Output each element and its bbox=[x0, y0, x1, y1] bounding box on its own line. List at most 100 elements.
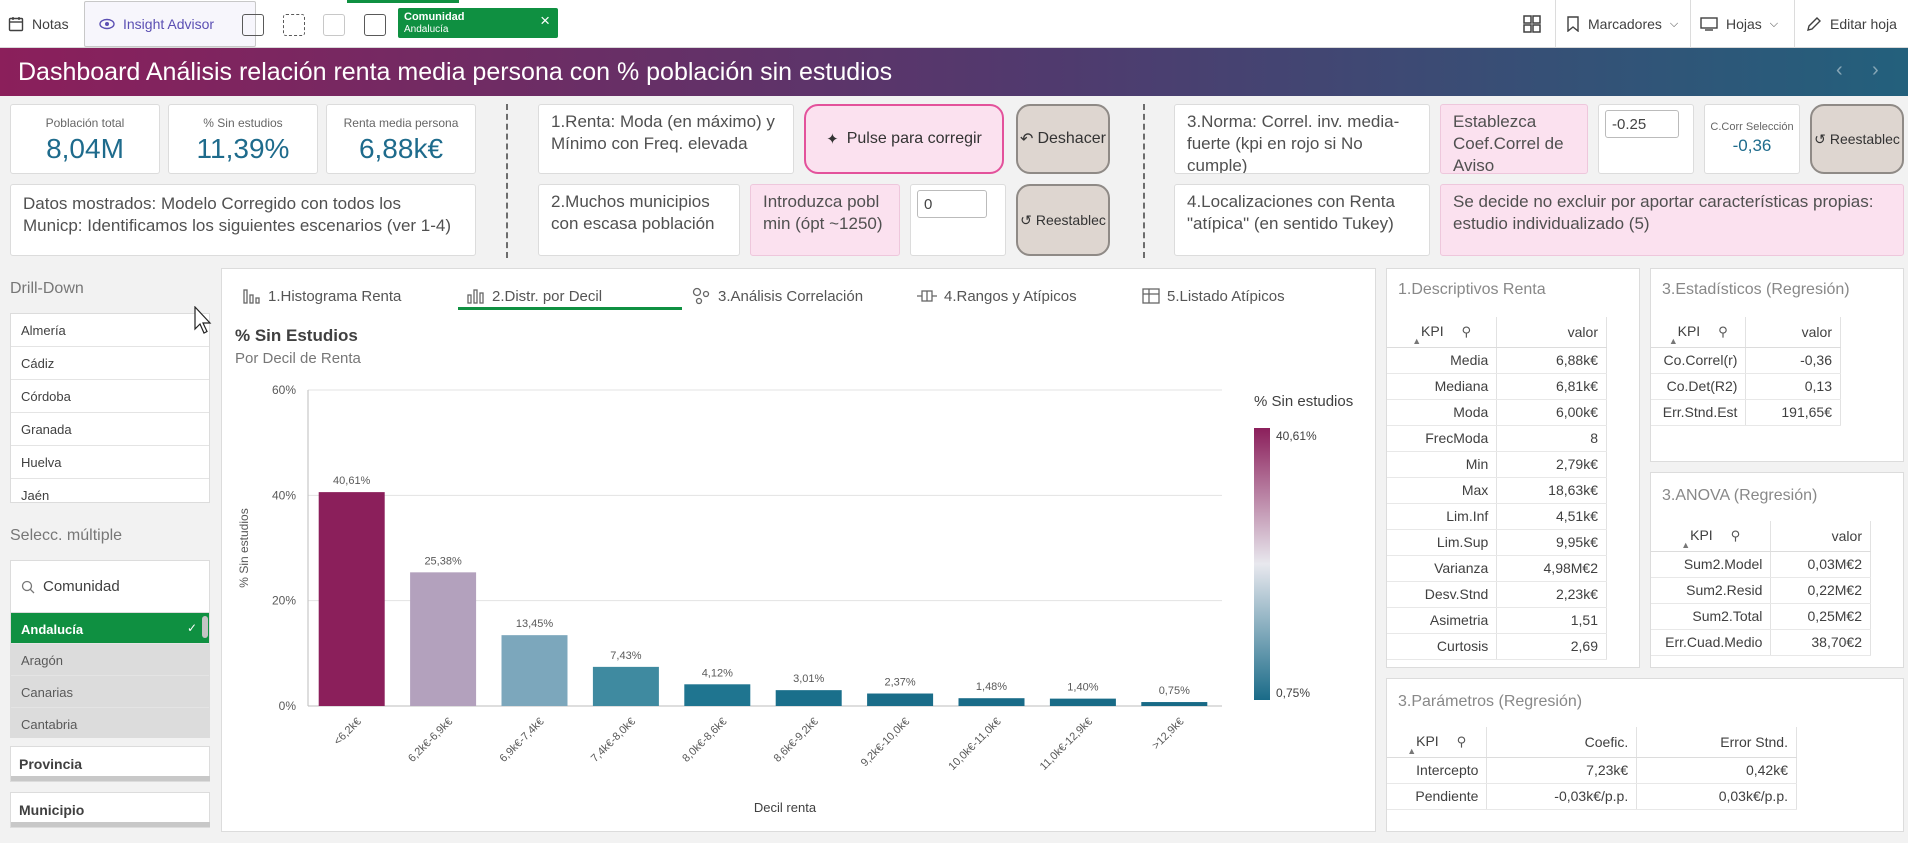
kpi-sin-estudios[interactable]: % Sin estudios 11,39% bbox=[168, 104, 318, 174]
bar[interactable] bbox=[867, 693, 934, 706]
table-cell[interactable]: 0,03M€2 bbox=[1770, 551, 1871, 578]
bar-chart[interactable]: 0% 20% 40% 60% % Sin estudios Decil renta 40,6… bbox=[222, 370, 1372, 820]
bar[interactable] bbox=[1141, 702, 1208, 706]
tab-distr-decil[interactable]: 2.Distr. por Decil bbox=[466, 282, 602, 310]
table-cell[interactable]: 0,25M€2 bbox=[1770, 603, 1871, 630]
municipio-filter[interactable]: Municipio bbox=[10, 792, 210, 828]
bar[interactable] bbox=[1049, 698, 1116, 706]
previous-sheet-icon[interactable]: ‹ bbox=[1836, 59, 1843, 82]
correct-button[interactable]: ✦ Pulse para corregir bbox=[804, 104, 1004, 174]
bar[interactable] bbox=[684, 684, 751, 706]
search-icon[interactable]: ⚲ bbox=[1462, 324, 1472, 339]
table-cell[interactable]: 0,13 bbox=[1745, 373, 1841, 400]
smart-search-icon[interactable] bbox=[242, 14, 264, 36]
table-cell[interactable]: Varianza bbox=[1387, 555, 1498, 582]
column-header[interactable]: Error Stnd. bbox=[1636, 727, 1797, 758]
table-cell[interactable]: Err.Stnd.Est bbox=[1651, 399, 1747, 426]
table-cell[interactable]: Mediana bbox=[1387, 373, 1498, 400]
tab-histograma[interactable]: 1.Histograma Renta bbox=[242, 282, 401, 310]
kpi-column-header[interactable]: ▲ KPI ⚲ bbox=[1387, 317, 1498, 348]
table-cell[interactable]: Err.Cuad.Medio bbox=[1651, 629, 1772, 656]
table-cell[interactable]: 18,63k€ bbox=[1496, 477, 1607, 504]
column-header[interactable]: valor bbox=[1496, 317, 1607, 348]
list-item[interactable]: Granada bbox=[11, 413, 209, 446]
list-item[interactable]: Almería bbox=[11, 314, 209, 347]
bar[interactable] bbox=[958, 698, 1025, 706]
table-cell[interactable]: Pendiente bbox=[1387, 783, 1488, 810]
tab-correlacion[interactable]: 3.Análisis Correlación bbox=[692, 282, 863, 310]
table-cell[interactable]: 38,70€2 bbox=[1770, 629, 1871, 656]
sheets-button[interactable]: Hojas ⌵ bbox=[1700, 0, 1778, 48]
table-cell[interactable]: 0,42k€ bbox=[1636, 757, 1797, 784]
next-sheet-icon[interactable]: › bbox=[1872, 59, 1879, 82]
column-header[interactable]: valor bbox=[1770, 521, 1871, 552]
notes-button[interactable]: Notas bbox=[8, 0, 69, 48]
edit-sheet-button[interactable]: Editar hoja bbox=[1806, 0, 1897, 48]
bar[interactable] bbox=[501, 635, 568, 706]
kpi-column-header[interactable]: ▲ KPI ⚲ bbox=[1387, 727, 1488, 758]
correlation-input[interactable]: -0.25 bbox=[1605, 110, 1679, 138]
table-cell[interactable]: -0,36 bbox=[1745, 347, 1841, 374]
table-cell[interactable]: 191,65€ bbox=[1745, 399, 1841, 426]
bar[interactable] bbox=[318, 492, 385, 706]
bar[interactable] bbox=[410, 572, 477, 706]
list-item[interactable]: Huelva bbox=[11, 446, 209, 479]
list-item-selected[interactable]: Andalucía ✓ bbox=[11, 613, 209, 644]
table-cell[interactable]: 6,81k€ bbox=[1496, 373, 1607, 400]
bookmarks-button[interactable]: Marcadores ⌵ bbox=[1566, 0, 1678, 48]
selection-chip[interactable]: Comunidad Andalucía × bbox=[398, 8, 558, 38]
tab-rangos[interactable]: 4.Rangos y Atípicos bbox=[916, 282, 1077, 310]
table-cell[interactable]: Asimetria bbox=[1387, 607, 1498, 634]
tab-listado[interactable]: 5.Listado Atípicos bbox=[1141, 282, 1285, 310]
table-cell[interactable]: Co.Correl(r) bbox=[1651, 347, 1747, 374]
table-cell[interactable]: FrecModa bbox=[1387, 425, 1498, 452]
table-cell[interactable]: 6,88k€ bbox=[1496, 347, 1607, 374]
grid-view-icon[interactable] bbox=[1522, 14, 1542, 39]
table-cell[interactable]: 0,22M€2 bbox=[1770, 577, 1871, 604]
table-cell[interactable]: 0,03k€/p.p. bbox=[1636, 783, 1797, 810]
table-cell[interactable]: 4,51k€ bbox=[1496, 503, 1607, 530]
kpi-corr-seleccion[interactable]: C.Corr Selección -0,36 bbox=[1704, 104, 1800, 174]
table-cell[interactable]: Media bbox=[1387, 347, 1498, 374]
list-item-excluded[interactable]: Aragón bbox=[11, 644, 209, 676]
kpi-poblacion-total[interactable]: Población total 8,04M bbox=[10, 104, 160, 174]
search-icon[interactable]: ⚲ bbox=[1457, 734, 1467, 749]
table-cell[interactable]: 9,95k€ bbox=[1496, 529, 1607, 556]
provincia-filter[interactable]: Provincia bbox=[10, 746, 210, 782]
bar[interactable] bbox=[775, 690, 842, 706]
reset-button-3[interactable]: ↺ Reestablec bbox=[1810, 104, 1904, 174]
clear-selections-icon[interactable] bbox=[364, 14, 386, 36]
list-item-excluded[interactable]: Canarias bbox=[11, 676, 209, 708]
reset-button-2[interactable]: ↺ Reestablec bbox=[1016, 184, 1110, 256]
table-cell[interactable]: 4,98M€2 bbox=[1496, 555, 1607, 582]
table-cell[interactable]: 2,23k€ bbox=[1496, 581, 1607, 608]
column-header[interactable]: Coefic. bbox=[1486, 727, 1638, 758]
kpi-column-header[interactable]: ▲ KPI ⚲ bbox=[1651, 521, 1772, 552]
table-cell[interactable]: Co.Det(R2) bbox=[1651, 373, 1747, 400]
table-cell[interactable]: Sum2.Resid bbox=[1651, 577, 1772, 604]
table-cell[interactable]: Sum2.Total bbox=[1651, 603, 1772, 630]
list-item[interactable]: Jaén bbox=[11, 479, 209, 502]
lasso-select-icon[interactable] bbox=[283, 14, 305, 36]
table-cell[interactable]: Desv.Stnd bbox=[1387, 581, 1498, 608]
table-cell[interactable]: Min bbox=[1387, 451, 1498, 478]
close-icon[interactable]: × bbox=[540, 12, 550, 30]
table-cell[interactable]: 6,00k€ bbox=[1496, 399, 1607, 426]
bar[interactable] bbox=[592, 666, 659, 706]
search-icon[interactable]: ⚲ bbox=[1731, 528, 1741, 543]
list-item-excluded[interactable]: Cantabria bbox=[11, 708, 209, 737]
kpi-renta-media[interactable]: Renta media persona 6,88k€ bbox=[326, 104, 476, 174]
table-cell[interactable]: Moda bbox=[1387, 399, 1498, 426]
table-cell[interactable]: 8 bbox=[1496, 425, 1607, 452]
table-cell[interactable]: 7,23k€ bbox=[1486, 757, 1638, 784]
kpi-column-header[interactable]: ▲ KPI ⚲ bbox=[1651, 317, 1747, 348]
min-population-input[interactable]: 0 bbox=[917, 190, 987, 218]
step-forward-icon[interactable] bbox=[323, 14, 345, 36]
table-cell[interactable]: 1,51 bbox=[1496, 607, 1607, 634]
table-cell[interactable]: 2,79k€ bbox=[1496, 451, 1607, 478]
table-cell[interactable]: 2,69 bbox=[1496, 633, 1607, 660]
table-cell[interactable]: Lim.Inf bbox=[1387, 503, 1498, 530]
table-cell[interactable]: Intercepto bbox=[1387, 757, 1488, 784]
table-cell[interactable]: Max bbox=[1387, 477, 1498, 504]
table-cell[interactable]: Lim.Sup bbox=[1387, 529, 1498, 556]
